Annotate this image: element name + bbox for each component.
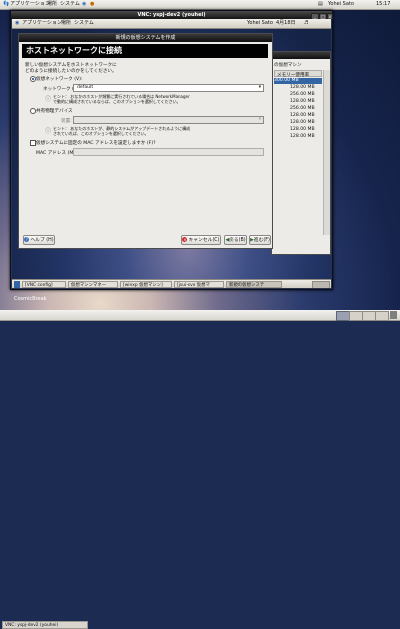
menu-places[interactable]: 場所 — [47, 0, 57, 9]
memory-value: 256.00 MB — [290, 106, 315, 111]
show-desktop-icon[interactable] — [14, 281, 20, 288]
guest-desktop: ◉ アプリケーション 場所 システム Yohei Sato 4月18日 ♬ の仮… — [12, 19, 331, 288]
memory-value: 128.00 MB — [290, 113, 315, 118]
vnc-window: VNC: yspj-dev2 (youhei) _ □ x ◉ アプリケーション… — [10, 10, 333, 290]
vm-manager-titlebar[interactable] — [272, 52, 330, 59]
gnome-foot-icon[interactable]: 👣 — [3, 0, 9, 9]
menu-system[interactable]: システム — [60, 0, 80, 9]
task-item[interactable]: [winxp 仮想マシン] — [120, 281, 172, 288]
memory-value: 128.00 MB — [290, 99, 315, 104]
cancel-button[interactable]: × キャンセル(C) — [181, 235, 221, 245]
launcher-icon[interactable]: ◉ — [82, 0, 86, 9]
memory-value: 128.00 MB — [290, 120, 315, 125]
workspace-switcher[interactable] — [312, 281, 330, 288]
mac-address-label: MAC アドレス (M): — [36, 150, 77, 156]
menu-applications[interactable]: アプリケーション — [22, 19, 62, 28]
task-item-active[interactable]: 新規の仮想システ — [226, 281, 282, 288]
list-item[interactable]: 256.00 MB — [274, 92, 328, 98]
virtual-network-label[interactable]: 仮想ネットワーク (V): — [36, 76, 83, 82]
list-item[interactable]: 128.00 MB — [274, 85, 328, 91]
forward-button[interactable]: ▶進む(F) — [249, 235, 271, 245]
network-select[interactable]: default ▾ — [73, 84, 264, 92]
cosmicbreak-label[interactable]: CosmicBreak — [14, 296, 47, 302]
list-item[interactable]: 128.00 MB — [274, 134, 328, 140]
memory-value: 128.00 MB — [290, 127, 315, 132]
device-select[interactable]: ▾ — [73, 116, 264, 124]
list-item[interactable]: 300.00 MB — [274, 78, 322, 84]
mac-address-checkbox-label[interactable]: 仮想システムに固定の MAC アドレスを設定しますか (F)? — [36, 140, 156, 146]
menu-places[interactable]: 場所 — [61, 19, 71, 28]
list-item[interactable]: 128.00 MB — [274, 120, 328, 126]
memory-value: 300.00 MB — [274, 78, 299, 83]
menu-applications[interactable]: アプリケーション — [10, 0, 50, 9]
menu-system[interactable]: システム — [74, 19, 94, 28]
memory-value: 256.00 MB — [290, 92, 315, 97]
network-select-value: default — [77, 85, 94, 90]
shared-device-label[interactable]: 共有物理デバイス — [36, 108, 73, 114]
memory-column-label: メモリー使用率 — [277, 72, 310, 78]
launcher-icon[interactable]: ● — [90, 0, 94, 9]
list-item[interactable]: 256.00 MB — [274, 106, 328, 112]
hint-text: されていれば、このオプションを選択してください。 — [53, 131, 149, 136]
task-item[interactable]: [jsui-svx 仮想マ — [174, 281, 224, 288]
info-icon: ⓘ — [45, 128, 52, 135]
user-name[interactable]: Yohei Sato — [247, 19, 273, 28]
dialog-title[interactable]: 新規の仮想システムを作成 — [19, 34, 272, 42]
mac-address-field[interactable] — [73, 148, 264, 156]
list-item[interactable]: 128.00 MB — [274, 113, 328, 119]
cancel-icon: × — [182, 237, 188, 242]
memory-value: 128.00 MB — [290, 85, 315, 90]
task-item[interactable]: 仮想マシンマネー — [68, 281, 118, 288]
column-header[interactable]: メモリー使用率 — [274, 70, 322, 78]
fedora-icon[interactable]: ◉ — [15, 19, 19, 28]
list-item[interactable]: 128.00 MB — [274, 127, 328, 133]
vnc-window-title[interactable]: VNC: yspj-dev2 (youhei) — [11, 11, 332, 19]
host-bottom-panel: VNC: yspj-dev2 (youhei) — [0, 310, 400, 629]
network-icon[interactable]: ▤ — [318, 0, 323, 9]
vm-manager-window: の仮想マシン メモリー使用率 300.00 MB 128.00 MB 256.0… — [271, 51, 331, 255]
user-name[interactable]: Yohei Sato — [328, 0, 354, 9]
hint-text: で動的に構成されているならば、このオプションを選択してください。 — [53, 99, 181, 104]
vm-manager-heading: の仮想マシン — [274, 63, 302, 68]
new-vm-dialog: 新規の仮想システムを作成 ホストネットワークに接続 新しい仮想システムをホストネ… — [18, 33, 273, 249]
list-item[interactable]: 128.00 MB — [274, 99, 328, 105]
volume-icon[interactable]: ♬ — [304, 19, 308, 28]
date[interactable]: 4月18日 — [276, 19, 296, 28]
chevron-down-icon: ▾ — [258, 117, 261, 122]
help-button[interactable]: ? ヘルプ (H) — [23, 235, 55, 245]
host-top-panel: 👣 アプリケーション 場所 システム ◉ ● ▤ Yohei Sato 15:1… — [0, 0, 400, 10]
dialog-header: ホストネットワークに接続 — [22, 44, 268, 58]
host-task-vnc[interactable]: VNC: yspj-dev2 (youhei) — [2, 621, 88, 629]
task-item[interactable]: [VNC config] — [22, 281, 66, 288]
guest-top-panel: ◉ アプリケーション 場所 システム Yohei Sato 4月18日 ♬ — [12, 19, 331, 29]
intro-text: どのように接続したいのかをしてください。 — [25, 69, 117, 74]
memory-value: 128.00 MB — [290, 134, 315, 139]
help-icon: ? — [24, 237, 30, 242]
back-button[interactable]: ◀戻る(B) — [224, 235, 247, 245]
chevron-down-icon: ▾ — [258, 85, 261, 90]
clock[interactable]: 15:17 — [376, 0, 390, 9]
info-icon: ⓘ — [45, 96, 52, 103]
trash-icon[interactable] — [390, 311, 397, 319]
device-label: 装置: — [61, 118, 72, 124]
guest-taskbar: [VNC config] 仮想マシンマネー [winxp 仮想マシン] [jsu… — [12, 279, 331, 288]
